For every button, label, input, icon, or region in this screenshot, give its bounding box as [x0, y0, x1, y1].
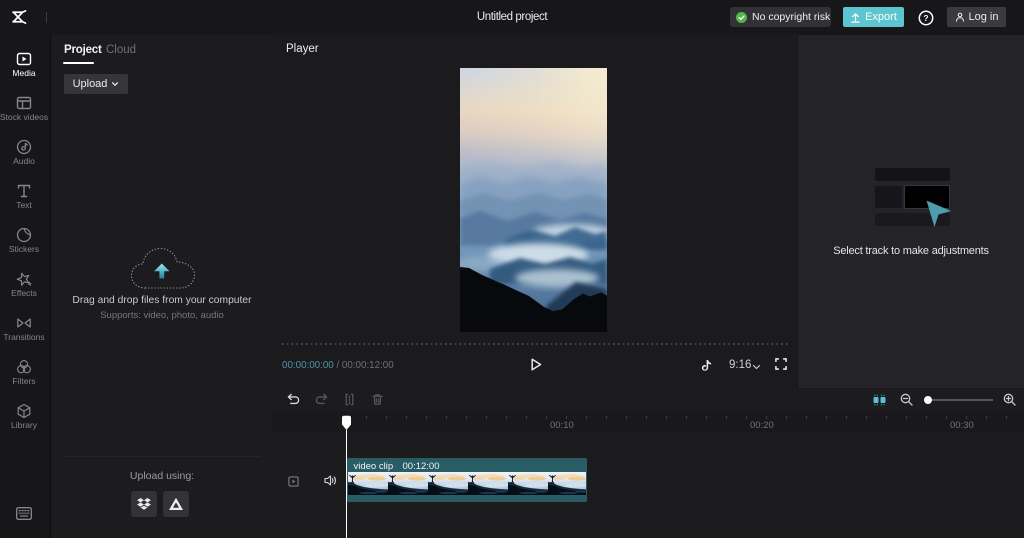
- svg-text:?: ?: [923, 13, 928, 23]
